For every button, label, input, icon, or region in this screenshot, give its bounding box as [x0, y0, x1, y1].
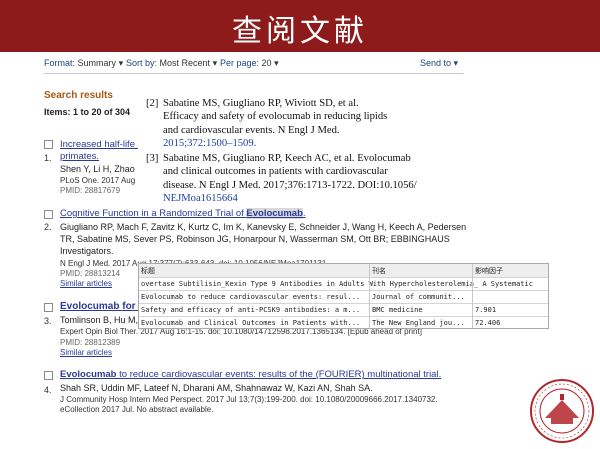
reference-number: [3] — [146, 153, 159, 164]
sort-label: Sort by: — [126, 58, 158, 68]
table-cell-title: Evolocumab to reduce cardiovascular even… — [141, 293, 361, 301]
result-pmid: PMID: 28813214 — [60, 269, 121, 278]
caret-down-icon: ▾ — [212, 58, 218, 68]
result-title-suffix: to reduce cardiovascular events: results… — [116, 369, 442, 380]
result-checkbox[interactable] — [44, 140, 53, 149]
result-authors: Shah SR, Uddin MF, Lateef N, Dharani AM,… — [60, 383, 373, 393]
per-page-dropdown[interactable]: Per page: 20 ▾ — [220, 58, 279, 69]
result-title-link[interactable]: Cognitive Function in a Randomized Trial… — [60, 208, 306, 219]
result-number: 1. — [44, 153, 52, 163]
result-journal-line-1: J Community Hosp Intern Med Perspect. 20… — [60, 395, 438, 404]
literature-table: 标题 刊名 影响因子 overtase Subtilisin_Kexin Typ… — [138, 263, 549, 329]
result-title-link[interactable]: Evolocumab to reduce cardiovascular even… — [60, 369, 441, 380]
slide-title: 查阅文献 — [232, 14, 368, 49]
result-title-text: Cognitive Function in a Randomized Trial… — [60, 208, 247, 219]
highlight-term: Evolocumab — [60, 369, 117, 380]
format-dropdown[interactable]: Format: Summary ▾ — [44, 58, 123, 69]
table-header-row: 标题 刊名 影响因子 — [139, 264, 548, 278]
table-cell-journal: The New England jou... — [372, 319, 465, 327]
result-journal-line-2: eCollection 2017 Jul. No abstract availa… — [60, 405, 214, 414]
table-row[interactable]: overtase Subtilisin_Kexin Type 9 Antibod… — [139, 278, 548, 291]
toolbar-divider — [44, 73, 464, 74]
similar-articles-link[interactable]: Similar articles — [60, 279, 112, 288]
result-authors: Tomlinson B, Hu M, — [60, 315, 139, 325]
reference-line: disease. N Engl J Med. 2017;376:1713-172… — [163, 179, 417, 191]
reference-line: Sabatine MS, Giugliano RP, Wiviott SD, e… — [163, 98, 359, 109]
table-cell-impact-factor: 72.406 — [475, 319, 501, 327]
reference-list-overlay: [2] Sabatine MS, Giugliano RP, Wiviott S… — [138, 93, 449, 205]
result-checkbox[interactable] — [44, 210, 53, 219]
title-banner: 查阅文献 — [0, 0, 600, 52]
reference-number: [2] — [146, 98, 159, 109]
items-count: Items: 1 to 20 of 304 — [44, 107, 131, 117]
reference-line: and cardiovascular events. N Engl J Med. — [163, 124, 340, 136]
result-title-link-cont[interactable]: primates. — [60, 151, 99, 162]
result-pmid: PMID: 28817679 — [60, 186, 121, 195]
send-to-label: Send to — [420, 58, 452, 68]
result-title-link[interactable]: Increased half-life a — [60, 139, 143, 150]
highlight-term: Evolocumab — [246, 208, 303, 219]
result-checkbox[interactable] — [44, 371, 53, 380]
sort-dropdown[interactable]: Sort by: Most Recent ▾ — [126, 58, 217, 69]
reference-line: and clinical outcomes in patients with c… — [163, 166, 388, 178]
send-to-dropdown[interactable]: Send to ▾ — [420, 58, 458, 69]
result-journal: PLoS One. 2017 Aug 1 — [60, 176, 142, 185]
per-page-label: Per page: — [220, 58, 260, 68]
table-row[interactable]: Evolocumab and Clinical Outcomes in Pati… — [139, 317, 548, 328]
result-title-suffix: . — [302, 208, 306, 219]
caret-down-icon: ▾ — [453, 58, 459, 68]
reference-line: Sabatine MS, Giugliano RP, Keech AC, et … — [163, 153, 411, 164]
table-cell-title: overtase Subtilisin_Kexin Type 9 Antibod… — [141, 280, 533, 288]
reference-doi-link[interactable]: NEJMoa1615664 — [163, 192, 238, 205]
reference-line: 2015;372:1500–1509. — [163, 138, 257, 150]
result-checkbox[interactable] — [44, 303, 53, 312]
result-title-link[interactable]: Evolocumab for th — [60, 301, 148, 312]
search-results-heading: Search results — [44, 90, 113, 101]
table-cell-title: Safety and efficacy of anti-PCSK9 antibo… — [141, 306, 361, 314]
result-pmid: PMID: 28812389 — [60, 338, 121, 347]
column-header-journal: 刊名 — [372, 267, 386, 275]
per-page-value: 20 — [261, 58, 272, 68]
table-row[interactable]: Safety and efficacy of anti-PCSK9 antibo… — [139, 304, 548, 317]
table-cell-impact-factor: 7.901 — [475, 306, 497, 314]
table-cell-title: Evolocumab and Clinical Outcomes in Pati… — [141, 319, 361, 327]
result-number: 2. — [44, 222, 52, 232]
university-seal-logo — [530, 379, 594, 443]
result-authors: Shen Y, Li H, Zhao I — [60, 164, 140, 174]
table-cell-journal: Journal of communit... — [372, 293, 465, 301]
caret-down-icon: ▾ — [118, 58, 124, 68]
sort-value: Most Recent — [159, 58, 211, 68]
result-number: 4. — [44, 385, 52, 395]
result-authors-line-1: Giugliano RP, Mach F, Zavitz K, Kurtz C,… — [60, 222, 467, 232]
result-authors-line-2: TR, Sabatine MS, Sever PS, Robinson JG, … — [60, 234, 450, 244]
column-divider — [369, 264, 370, 328]
table-row[interactable]: Evolocumab to reduce cardiovascular even… — [139, 291, 548, 304]
column-divider — [472, 264, 473, 328]
similar-articles-link[interactable]: Similar articles — [60, 348, 112, 357]
column-header-title: 标题 — [141, 267, 155, 275]
result-authors-line-3: Investigators. — [60, 246, 114, 256]
table-cell-journal: BMC medicine — [372, 306, 423, 314]
column-header-impact-factor: 影响因子 — [475, 267, 503, 275]
result-number: 3. — [44, 316, 52, 326]
results-toolbar: Format: Summary ▾ Sort by: Most Recent ▾… — [44, 58, 464, 72]
caret-down-icon: ▾ — [274, 58, 279, 68]
format-value: Summary — [77, 58, 117, 68]
format-label: Format: — [44, 58, 76, 68]
reference-line: Efficacy and safety of evolocumab in red… — [163, 111, 388, 123]
